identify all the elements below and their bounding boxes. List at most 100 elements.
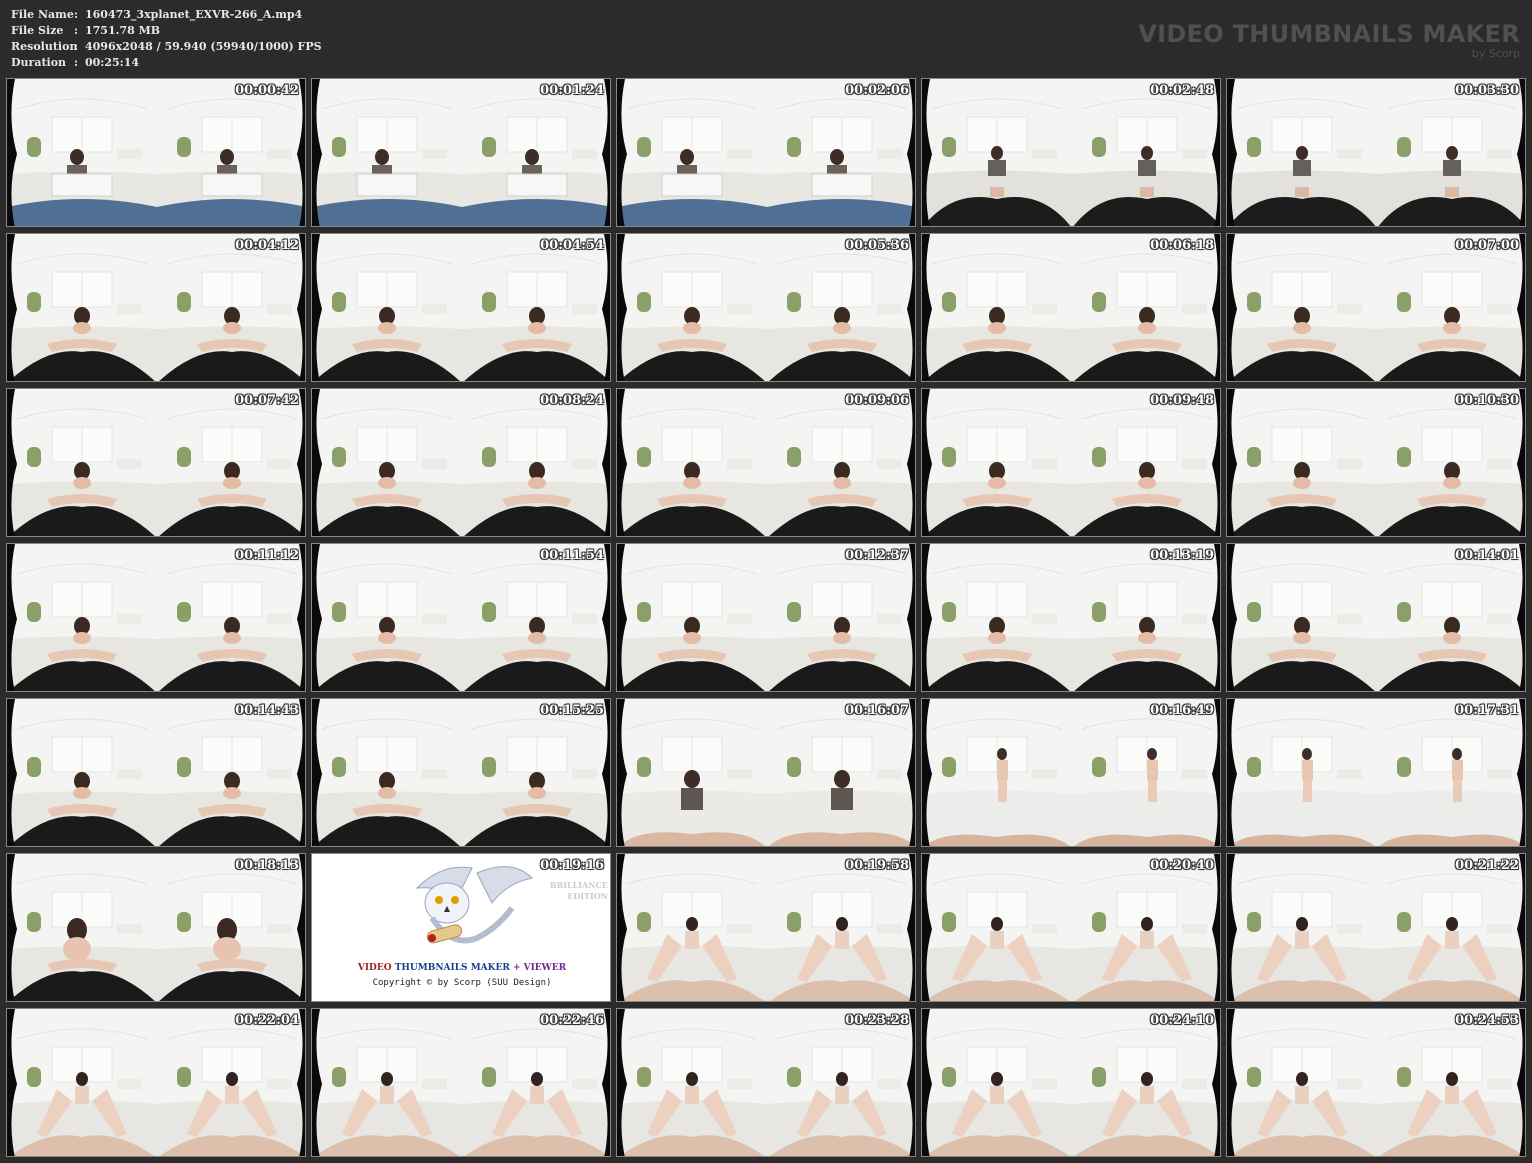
video-thumbnail[interactable]: 00:14:43 — [6, 698, 306, 847]
vr-right-eye-frame — [767, 389, 915, 536]
vr-right-eye-frame — [1377, 1009, 1525, 1156]
vr-left-eye-frame — [7, 699, 157, 846]
vr-left-eye-frame — [922, 854, 1072, 1001]
vr-left-eye-frame — [922, 234, 1072, 381]
vr-left-eye-frame — [922, 699, 1072, 846]
promo-title-b: THUMBNAILS MAKER — [391, 963, 513, 973]
video-thumbnail[interactable]: 00:04:54 — [311, 233, 611, 382]
video-thumbnail[interactable]: 00:02:06 — [616, 78, 916, 227]
vr-right-eye-frame — [1072, 389, 1220, 536]
timestamp: 00:19:16 — [540, 858, 604, 873]
timestamp: 00:17:31 — [1455, 703, 1519, 718]
edition-label: BRILLIANCE EDITION — [550, 880, 608, 902]
video-thumbnail[interactable]: 00:00:42 — [6, 78, 306, 227]
vr-left-eye-frame — [312, 389, 462, 536]
info-row: File Size:1751.78 MB — [11, 23, 322, 39]
vr-left-eye-frame — [312, 234, 462, 381]
video-thumbnail[interactable]: 00:17:31 — [1226, 698, 1526, 847]
vr-left-eye-frame — [922, 544, 1072, 691]
timestamp: 00:22:04 — [235, 1013, 299, 1028]
video-thumbnail[interactable]: 00:05:36 — [616, 233, 916, 382]
vr-left-eye-frame — [7, 234, 157, 381]
timestamp: 00:08:24 — [540, 393, 604, 408]
video-thumbnail[interactable]: 00:21:22 — [1226, 853, 1526, 1002]
vr-left-eye-frame — [617, 1009, 767, 1156]
vr-right-eye-frame — [767, 699, 915, 846]
video-thumbnail[interactable]: 00:10:30 — [1226, 388, 1526, 537]
vr-right-eye-frame — [1072, 79, 1220, 226]
video-thumbnail[interactable]: 00:22:04 — [6, 1008, 306, 1157]
vr-right-eye-frame — [157, 389, 305, 536]
promo-title-a: VIDEO — [357, 963, 392, 973]
video-thumbnail[interactable]: 00:11:54 — [311, 543, 611, 692]
video-thumbnail[interactable]: 00:24:10 — [921, 1008, 1221, 1157]
video-thumbnail[interactable]: 00:20:40 — [921, 853, 1221, 1002]
brand-title: VIDEO THUMBNAILS MAKER — [1138, 20, 1520, 48]
video-thumbnail[interactable]: 00:07:42 — [6, 388, 306, 537]
vr-left-eye-frame — [1227, 854, 1377, 1001]
vr-right-eye-frame — [462, 234, 610, 381]
video-thumbnail[interactable]: 00:16:07 — [616, 698, 916, 847]
video-thumbnail[interactable]: 00:18:13 — [6, 853, 306, 1002]
vr-right-eye-frame — [157, 699, 305, 846]
vr-left-eye-frame — [922, 79, 1072, 226]
info-sep: : — [74, 8, 79, 21]
vr-right-eye-frame — [462, 1009, 610, 1156]
brand-subtitle: by Scorp — [1471, 47, 1520, 60]
video-thumbnail[interactable]: 00:15:25 — [311, 698, 611, 847]
timestamp: 00:06:18 — [1150, 238, 1214, 253]
timestamp: 00:19:58 — [845, 858, 909, 873]
vr-right-eye-frame — [1072, 234, 1220, 381]
timestamp: 00:04:12 — [235, 238, 299, 253]
video-thumbnail[interactable]: 00:03:30 — [1226, 78, 1526, 227]
video-thumbnail[interactable]: 00:06:18 — [921, 233, 1221, 382]
timestamp: 00:14:43 — [235, 703, 299, 718]
vr-right-eye-frame — [767, 234, 915, 381]
vr-left-eye-frame — [617, 79, 767, 226]
video-thumbnail[interactable]: 00:22:46 — [311, 1008, 611, 1157]
vr-right-eye-frame — [1072, 854, 1220, 1001]
vr-right-eye-frame — [1377, 699, 1525, 846]
video-thumbnail[interactable]: 00:04:12 — [6, 233, 306, 382]
edition-line-1: BRILLIANCE — [549, 880, 608, 890]
vr-left-eye-frame — [617, 544, 767, 691]
video-thumbnail[interactable]: BRILLIANCE EDITION VIDEO THUMBNAILS MAKE… — [311, 853, 611, 1002]
video-thumbnail[interactable]: 00:01:24 — [311, 78, 611, 227]
video-thumbnail[interactable]: 00:14:01 — [1226, 543, 1526, 692]
timestamp: 00:10:30 — [1455, 393, 1519, 408]
vr-right-eye-frame — [462, 699, 610, 846]
timestamp: 00:07:00 — [1455, 238, 1519, 253]
video-thumbnail[interactable]: 00:16:49 — [921, 698, 1221, 847]
video-thumbnail[interactable]: 00:19:58 — [616, 853, 916, 1002]
info-value: 4096x2048 / 59.940 (59940/1000) FPS — [85, 40, 322, 53]
timestamp: 00:05:36 — [845, 238, 909, 253]
vr-right-eye-frame — [1072, 1009, 1220, 1156]
vr-right-eye-frame — [1377, 854, 1525, 1001]
vr-left-eye-frame — [312, 79, 462, 226]
vr-left-eye-frame — [922, 1009, 1072, 1156]
info-value: 1751.78 MB — [85, 24, 161, 37]
video-thumbnail[interactable]: 00:07:00 — [1226, 233, 1526, 382]
info-row: File Name:160473_3xplanet_EXVR-266_A.mp4 — [11, 7, 322, 23]
video-thumbnail[interactable]: 00:13:19 — [921, 543, 1221, 692]
timestamp: 00:16:49 — [1150, 703, 1214, 718]
thumbnail-grid: 00:00:42 00:01:24 00:02:06 00:02:48 00:0… — [6, 78, 1526, 1158]
timestamp: 00:03:30 — [1455, 83, 1519, 98]
timestamp: 00:11:54 — [540, 548, 604, 563]
video-thumbnail[interactable]: 00:12:37 — [616, 543, 916, 692]
vr-right-eye-frame — [462, 389, 610, 536]
vr-left-eye-frame — [7, 389, 157, 536]
info-sep: : — [74, 56, 79, 69]
video-thumbnail[interactable]: 00:08:24 — [311, 388, 611, 537]
video-thumbnail[interactable]: 00:11:12 — [6, 543, 306, 692]
vr-right-eye-frame — [157, 234, 305, 381]
info-label: File Name — [11, 8, 74, 21]
video-thumbnail[interactable]: 00:09:48 — [921, 388, 1221, 537]
video-thumbnail[interactable]: 00:23:28 — [616, 1008, 916, 1157]
vr-right-eye-frame — [462, 544, 610, 691]
video-thumbnail[interactable]: 00:24:53 — [1226, 1008, 1526, 1157]
video-thumbnail[interactable]: 00:09:06 — [616, 388, 916, 537]
timestamp: 00:22:46 — [540, 1013, 604, 1028]
video-thumbnail[interactable]: 00:02:48 — [921, 78, 1221, 227]
timestamp: 00:11:12 — [235, 548, 299, 563]
